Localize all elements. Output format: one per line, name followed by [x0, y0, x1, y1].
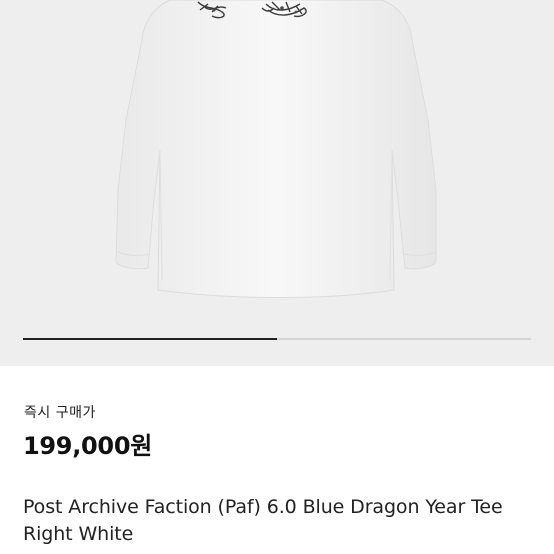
product-image-carousel[interactable]	[0, 0, 554, 366]
product-detail-page: 즉시 구매가 199,000원 Post Archive Faction (Pa…	[0, 0, 554, 554]
product-image	[115, 0, 437, 298]
price-label: 즉시 구매가	[24, 405, 96, 421]
gallery-progress-bar[interactable]	[23, 338, 531, 340]
gallery-progress-fill	[23, 338, 277, 340]
product-info: 즉시 구매가 199,000원 Post Archive Faction (Pa…	[0, 366, 554, 554]
product-title: Post Archive Faction (Paf) 6.0 Blue Drag…	[23, 496, 503, 545]
price-value: 199,000원	[23, 432, 152, 460]
